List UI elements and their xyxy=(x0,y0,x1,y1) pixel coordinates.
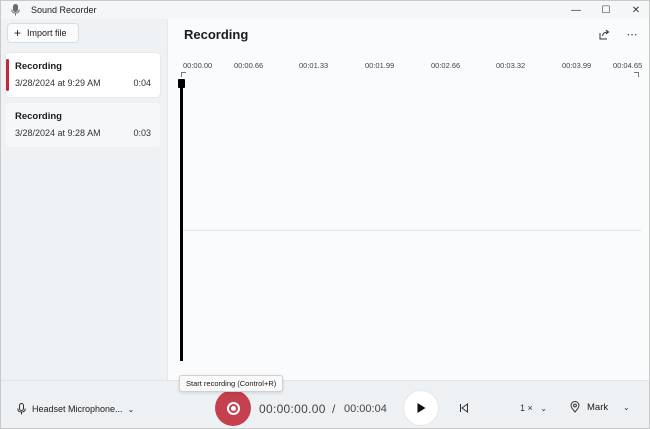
timeline-tick: 00:03.32 xyxy=(496,61,526,70)
mark-button[interactable]: Mark xyxy=(569,401,608,413)
waveform-baseline xyxy=(183,230,641,231)
import-file-button[interactable]: + Import file xyxy=(7,23,79,43)
main-actions: ⋯ xyxy=(597,27,639,41)
skip-back-icon xyxy=(460,403,468,413)
close-button[interactable]: ✕ xyxy=(621,1,649,19)
play-button[interactable] xyxy=(404,391,438,425)
playhead-line[interactable] xyxy=(180,81,183,361)
playback-speed-value: 1 × xyxy=(520,403,533,413)
recording-list-item[interactable]: Recording 3/28/2024 at 9:28 AM 0:03 xyxy=(6,103,160,147)
mark-label: Mark xyxy=(587,401,609,413)
timeline-tick: 00:04.65 xyxy=(613,61,643,70)
page-title: Recording xyxy=(184,27,249,42)
skip-back-button[interactable] xyxy=(459,403,469,416)
timeline-tick: 00:01.99 xyxy=(365,61,395,70)
timeline-tick: 00:03.99 xyxy=(562,61,592,70)
recording-duration: 0:03 xyxy=(133,128,151,138)
window-controls: — ☐ ✕ xyxy=(561,1,649,19)
record-icon xyxy=(226,401,240,415)
playhead-handle[interactable] xyxy=(178,79,185,88)
chevron-down-icon: ⌄ xyxy=(540,404,547,413)
playback-bar: Headset Microphone... ⌄ 00:00:00.00 / 00… xyxy=(1,380,649,428)
time-separator: / xyxy=(332,402,336,416)
timeline-tick: 00:01.33 xyxy=(299,61,329,70)
timeline-start-bracket xyxy=(181,72,186,77)
record-tooltip: Start recording (Control+R) xyxy=(179,375,284,392)
mark-options-chevron-icon[interactable]: ⌄ xyxy=(623,403,630,412)
share-icon[interactable] xyxy=(597,27,611,41)
plus-icon: + xyxy=(14,26,22,40)
app-mic-icon xyxy=(11,4,20,16)
timeline-end-bracket xyxy=(634,72,639,77)
timeline-tick: 00:00.00 xyxy=(183,61,213,70)
recordings-sidebar: + Import file Recording 3/28/2024 at 9:2… xyxy=(1,19,167,380)
more-icon[interactable]: ⋯ xyxy=(625,27,639,41)
minimize-button[interactable]: — xyxy=(561,1,591,19)
recording-list-item[interactable]: Recording 3/28/2024 at 9:29 AM 0:04 xyxy=(6,53,160,97)
chevron-down-icon: ⌄ xyxy=(127,404,135,414)
recording-date: 3/28/2024 at 9:29 AM xyxy=(15,78,101,88)
selection-indicator xyxy=(6,59,9,91)
timeline-tick: 00:00.66 xyxy=(234,61,264,70)
maximize-button[interactable]: ☐ xyxy=(591,1,621,19)
total-time: 00:00:04 xyxy=(344,403,387,415)
sound-recorder-window: Sound Recorder — ☐ ✕ + Import file Recor… xyxy=(0,0,650,429)
app-title: Sound Recorder xyxy=(31,5,97,15)
recording-name: Recording xyxy=(15,111,62,122)
timeline-tick: 00:02.66 xyxy=(431,61,461,70)
microphone-name: Headset Microphone... xyxy=(32,404,123,414)
recording-duration: 0:04 xyxy=(133,78,151,88)
timeline-ruler: 00:00.00 00:00.66 00:01.33 00:01.99 00:0… xyxy=(183,61,643,81)
import-file-label: Import file xyxy=(27,28,67,38)
playback-speed-button[interactable]: 1 × ⌄ xyxy=(520,403,547,413)
record-button[interactable] xyxy=(215,390,251,426)
title-bar: Sound Recorder — ☐ ✕ xyxy=(1,1,649,19)
current-time: 00:00:00.00 xyxy=(259,402,326,416)
microphone-select[interactable]: Headset Microphone... ⌄ xyxy=(17,403,134,415)
recording-date: 3/28/2024 at 9:28 AM xyxy=(15,128,101,138)
main-panel: Recording ⋯ 00:00.00 00:00.66 00:01.33 0… xyxy=(167,19,649,380)
mic-icon xyxy=(17,403,26,415)
recording-name: Recording xyxy=(15,61,62,72)
play-icon xyxy=(417,403,426,413)
location-pin-icon xyxy=(570,401,580,413)
